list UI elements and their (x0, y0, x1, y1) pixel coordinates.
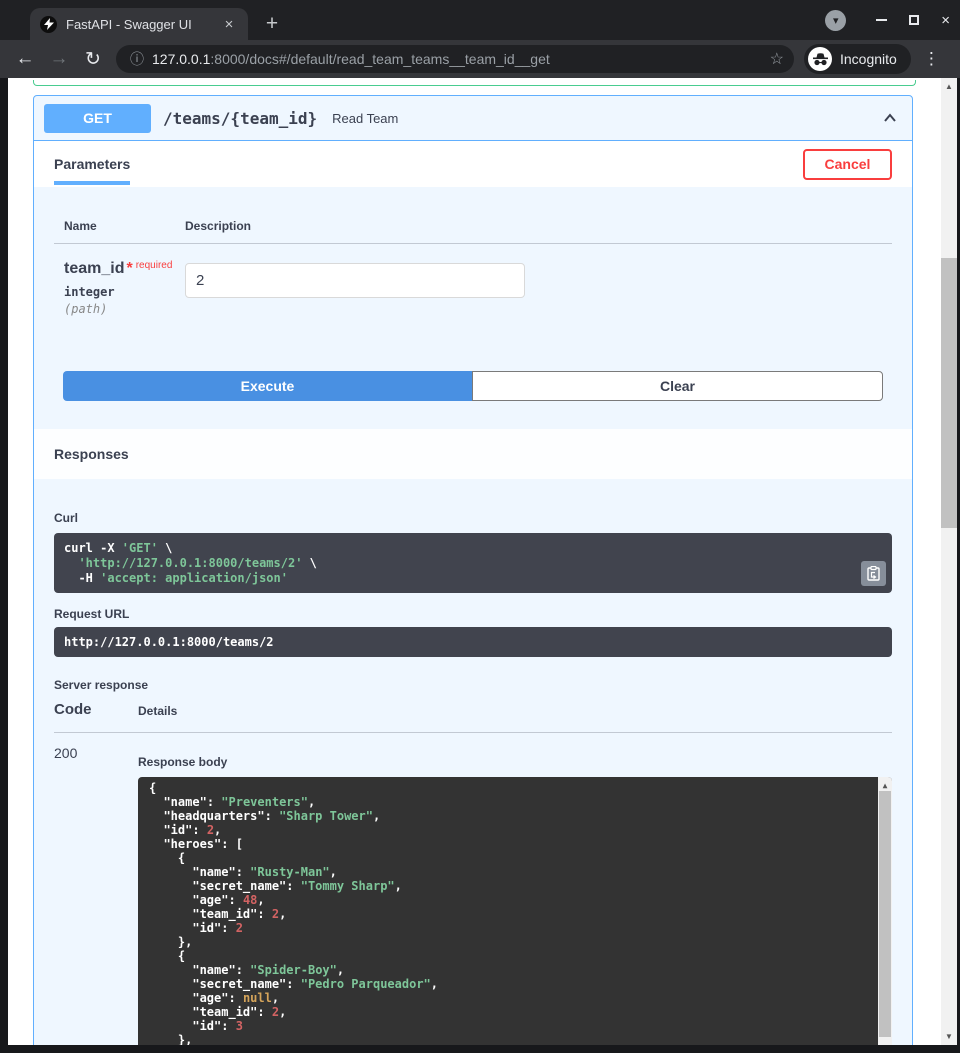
curl-label: Curl (54, 511, 78, 525)
caret-circle-button[interactable]: ▾ (825, 10, 846, 31)
server-response-table-head: Code Details (54, 701, 892, 733)
response-body-scrollbar[interactable]: ▲ (878, 777, 892, 1045)
responses-section: Curl curl -X 'GET' \ 'http://127.0.0.1:8… (34, 479, 912, 1045)
site-info-icon[interactable]: ⓘ (130, 49, 144, 69)
operation-path: /teams/{team_id} (163, 109, 317, 128)
copy-to-clipboard-button[interactable] (861, 561, 886, 586)
minimize-button[interactable] (876, 19, 887, 21)
execute-button[interactable]: Execute (63, 371, 472, 401)
status-code: 200 (54, 745, 138, 1045)
server-response-label: Server response (54, 678, 892, 692)
maximize-button[interactable] (909, 15, 919, 25)
request-url-label: Request URL (54, 607, 892, 621)
tab-title: FastAPI - Swagger UI (66, 17, 220, 32)
execute-row: Execute Clear (63, 371, 883, 401)
incognito-label: Incognito (840, 51, 897, 67)
column-name-header: Name (64, 219, 185, 233)
parameter-name-cell: team_id* required integer (path) (64, 260, 185, 316)
details-column-header: Details (138, 704, 177, 718)
opblock-get-read-team: GET /teams/{team_id} Read Team Parameter… (33, 95, 913, 1045)
code-column-header: Code (54, 701, 138, 718)
active-tab-underline (54, 181, 130, 185)
parameter-value-cell (185, 260, 525, 316)
url-bar[interactable]: ⓘ 127.0.0.1:8000/docs#/default/read_team… (116, 45, 794, 73)
parameters-header-row: Parameters Cancel (34, 141, 912, 187)
page-scroll-up-icon[interactable]: ▲ (941, 82, 957, 91)
page-scrollbar[interactable]: ▲ ▼ (941, 78, 957, 1045)
responses-section-header: Responses (34, 429, 912, 479)
cancel-button[interactable]: Cancel (803, 149, 892, 180)
page-scroll-down-icon[interactable]: ▼ (941, 1032, 957, 1041)
close-window-button[interactable]: × (941, 12, 950, 29)
url-host: 127.0.0.1 (152, 51, 210, 67)
tab-close-icon[interactable]: × (220, 16, 238, 33)
method-badge: GET (44, 104, 151, 133)
curl-command: curl -X 'GET' \ 'http://127.0.0.1:8000/t… (64, 541, 882, 586)
operation-summary: Read Team (332, 111, 878, 126)
parameters-table-head: Name Description (54, 187, 892, 244)
reload-button[interactable]: ↻ (76, 48, 110, 71)
url-text: 127.0.0.1:8000/docs#/default/read_team_t… (152, 51, 762, 67)
browser-tab[interactable]: FastAPI - Swagger UI × (30, 8, 248, 40)
server-response-row: 200 Response body { "name": "Preventers"… (54, 733, 892, 1045)
response-body-json: { "name": "Preventers", "headquarters": … (149, 781, 868, 1045)
browser-menu-icon[interactable]: ⋮ (923, 49, 940, 69)
parameter-type: integer (64, 285, 185, 299)
response-body-label: Response body (138, 755, 892, 769)
forward-button[interactable]: → (42, 48, 76, 70)
tab-parameters-label: Parameters (54, 156, 130, 172)
request-url-value: http://127.0.0.1:8000/teams/2 (64, 635, 274, 649)
incognito-icon (808, 47, 832, 71)
request-url-box: http://127.0.0.1:8000/teams/2 (54, 627, 892, 657)
tab-strip: FastAPI - Swagger UI × + ▾ × (0, 0, 960, 40)
response-scrollbar-thumb[interactable] (879, 791, 891, 1037)
parameters-section: Name Description team_id* required intege… (34, 187, 912, 401)
fastapi-favicon-icon (40, 16, 57, 33)
required-asterisk: * (126, 260, 132, 277)
required-label: required (136, 260, 173, 271)
response-body-box[interactable]: { "name": "Preventers", "headquarters": … (138, 777, 892, 1045)
parameter-location: (path) (64, 302, 185, 316)
clipboard-icon (866, 566, 881, 581)
chevron-up-icon[interactable] (878, 106, 902, 130)
tab-parameters[interactable]: Parameters (54, 141, 130, 187)
new-tab-button[interactable]: + (258, 10, 286, 38)
back-button[interactable]: ← (8, 48, 42, 70)
clear-button[interactable]: Clear (472, 371, 883, 401)
bookmark-star-icon[interactable]: ☆ (770, 49, 784, 69)
window-controls: ▾ × (825, 0, 950, 40)
browser-toolbar: ← → ↻ ⓘ 127.0.0.1:8000/docs#/default/rea… (0, 40, 960, 78)
incognito-badge: Incognito (804, 44, 911, 74)
column-description-header: Description (185, 219, 251, 233)
responses-title: Responses (54, 446, 129, 462)
curl-command-box[interactable]: curl -X 'GET' \ 'http://127.0.0.1:8000/t… (54, 533, 892, 593)
parameter-row: team_id* required integer (path) (54, 244, 892, 316)
team-id-input[interactable] (185, 263, 525, 298)
url-path: :8000/docs#/default/read_team_teams__tea… (210, 51, 549, 67)
page-scrollbar-thumb[interactable] (941, 258, 957, 528)
swagger-page: GET /teams/{team_id} Read Team Parameter… (8, 78, 941, 1045)
response-details-cell: Response body { "name": "Preventers", "h… (138, 745, 892, 1045)
previous-opblock-edge (33, 80, 916, 86)
opblock-summary[interactable]: GET /teams/{team_id} Read Team (34, 96, 912, 141)
parameter-name: team_id (64, 260, 124, 277)
